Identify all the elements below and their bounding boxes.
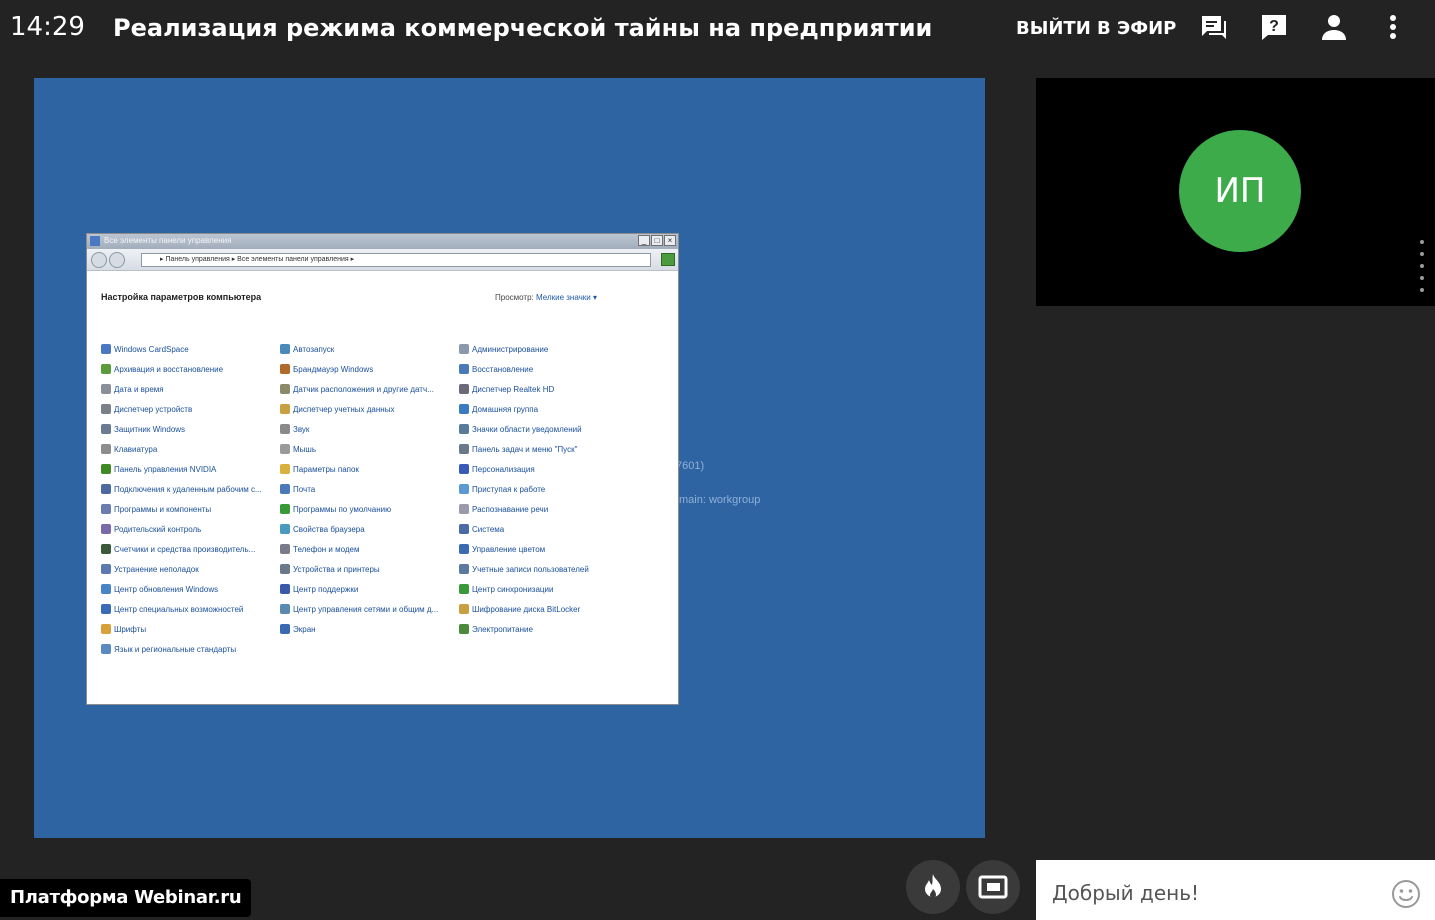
- help-icon[interactable]: ?: [1257, 10, 1291, 44]
- list-item: Мышь: [280, 439, 459, 459]
- list-item: Система: [459, 519, 638, 539]
- list-item: Шрифты: [101, 619, 280, 639]
- chat-icon[interactable]: [1197, 10, 1231, 44]
- list-item: Значки области уведомлений: [459, 419, 638, 439]
- list-item: Центр обновления Windows: [101, 579, 280, 599]
- list-item: Windows CardSpace: [101, 339, 280, 359]
- list-item: Автозапуск: [280, 339, 459, 359]
- list-item: Брандмауэр Windows: [280, 359, 459, 379]
- list-item: Центр специальных возможностей: [101, 599, 280, 619]
- list-item: Устранение неполадок: [101, 559, 280, 579]
- participant-video: ИП: [1036, 78, 1435, 306]
- top-bar: 14:29 Реализация режима коммерческой тай…: [0, 0, 1435, 60]
- list-item: Электропитание: [459, 619, 638, 639]
- list-item: Приступая к работе: [459, 479, 638, 499]
- control-panel-icon: [90, 236, 100, 246]
- items-column: Автозапуск Брандмауэр Windows Датчик рас…: [280, 339, 459, 659]
- list-item: Почта: [280, 479, 459, 499]
- window-titlebar: Все элементы панели управления _ □ ×: [87, 234, 678, 249]
- minimize-icon: _: [638, 235, 650, 246]
- list-item: Датчик расположения и другие датч...: [280, 379, 459, 399]
- screen-share-stage: 7601) main: workgroup Все элементы панел…: [34, 78, 985, 838]
- address-field: ▸ Панель управления ▸ Все элементы панел…: [141, 253, 651, 267]
- list-item: Архивация и восстановление: [101, 359, 280, 379]
- list-item: Защитник Windows: [101, 419, 280, 439]
- list-item: Диспетчер учетных данных: [280, 399, 459, 419]
- emoji-icon[interactable]: [1391, 879, 1421, 909]
- maximize-icon: □: [651, 235, 663, 246]
- picture-in-picture-button[interactable]: [966, 860, 1020, 914]
- control-panel-items: Windows CardSpace Архивация и восстановл…: [101, 339, 638, 659]
- window-controls: _ □ ×: [638, 235, 676, 246]
- forward-icon: [109, 252, 125, 268]
- desktop-text-fragment: 7601): [676, 460, 705, 472]
- chat-input[interactable]: Добрый день!: [1036, 860, 1435, 920]
- list-item: Язык и региональные стандарты: [101, 639, 280, 659]
- items-column: Администрирование Восстановление Диспетч…: [459, 339, 638, 659]
- list-item: Родительский контроль: [101, 519, 280, 539]
- list-item: Учетные записи пользователей: [459, 559, 638, 579]
- list-item: Телефон и модем: [280, 539, 459, 559]
- panel-heading: Настройка параметров компьютера: [101, 292, 262, 302]
- control-panel-window: Все элементы панели управления _ □ × ▸ П…: [86, 233, 679, 705]
- list-item: Управление цветом: [459, 539, 638, 559]
- list-item: Программы и компоненты: [101, 499, 280, 519]
- list-item: Центр поддержки: [280, 579, 459, 599]
- list-item: Диспетчер Realtek HD: [459, 379, 638, 399]
- more-vert-icon[interactable]: [1376, 10, 1410, 44]
- list-item: Администрирование: [459, 339, 638, 359]
- view-value: Мелкие значки ▾: [536, 293, 597, 302]
- list-item: Звук: [280, 419, 459, 439]
- view-selector: Просмотр: Мелкие значки ▾: [495, 293, 597, 302]
- go-live-button[interactable]: ВЫЙТИ В ЭФИР: [1016, 18, 1176, 39]
- list-item: Подключения к удаленным рабочим с...: [101, 479, 280, 499]
- list-item: Клавиатура: [101, 439, 280, 459]
- svg-text:?: ?: [1269, 18, 1279, 35]
- fire-button[interactable]: [906, 860, 960, 914]
- desktop-text-fragment: main: workgroup: [679, 494, 761, 506]
- clock: 14:29: [10, 12, 85, 42]
- list-item: Параметры папок: [280, 459, 459, 479]
- list-item: Восстановление: [459, 359, 638, 379]
- list-item: Панель управления NVIDIA: [101, 459, 280, 479]
- window-title: Все элементы панели управления: [104, 236, 232, 245]
- chat-input-text[interactable]: Добрый день!: [1052, 881, 1199, 905]
- list-item: Распознавание речи: [459, 499, 638, 519]
- picture-in-picture-icon: [978, 875, 1008, 899]
- refresh-icon: [661, 253, 675, 266]
- list-item: Домашняя группа: [459, 399, 638, 419]
- list-item: Панель задач и меню "Пуск": [459, 439, 638, 459]
- list-item: Экран: [280, 619, 459, 639]
- list-item: Устройства и принтеры: [280, 559, 459, 579]
- participant-menu-icon[interactable]: [1417, 240, 1427, 292]
- list-item: Программы по умолчанию: [280, 499, 459, 519]
- close-icon: ×: [664, 235, 676, 246]
- address-bar: ▸ Панель управления ▸ Все элементы панел…: [87, 249, 678, 271]
- items-column: Windows CardSpace Архивация и восстановл…: [101, 339, 280, 659]
- platform-badge[interactable]: Платформа Webinar.ru: [0, 879, 252, 917]
- list-item: Дата и время: [101, 379, 280, 399]
- avatar: ИП: [1179, 130, 1301, 252]
- list-item: Персонализация: [459, 459, 638, 479]
- back-icon: [91, 252, 107, 268]
- list-item: Центр управления сетями и общим д...: [280, 599, 459, 619]
- fire-icon: [925, 874, 941, 898]
- list-item: Свойства браузера: [280, 519, 459, 539]
- person-icon[interactable]: [1317, 10, 1351, 44]
- list-item: Шифрование диска BitLocker: [459, 599, 638, 619]
- list-item: Центр синхронизации: [459, 579, 638, 599]
- list-item: Диспетчер устройств: [101, 399, 280, 419]
- webinar-title: Реализация режима коммерческой тайны на …: [113, 14, 933, 42]
- list-item: Счетчики и средства производитель...: [101, 539, 280, 559]
